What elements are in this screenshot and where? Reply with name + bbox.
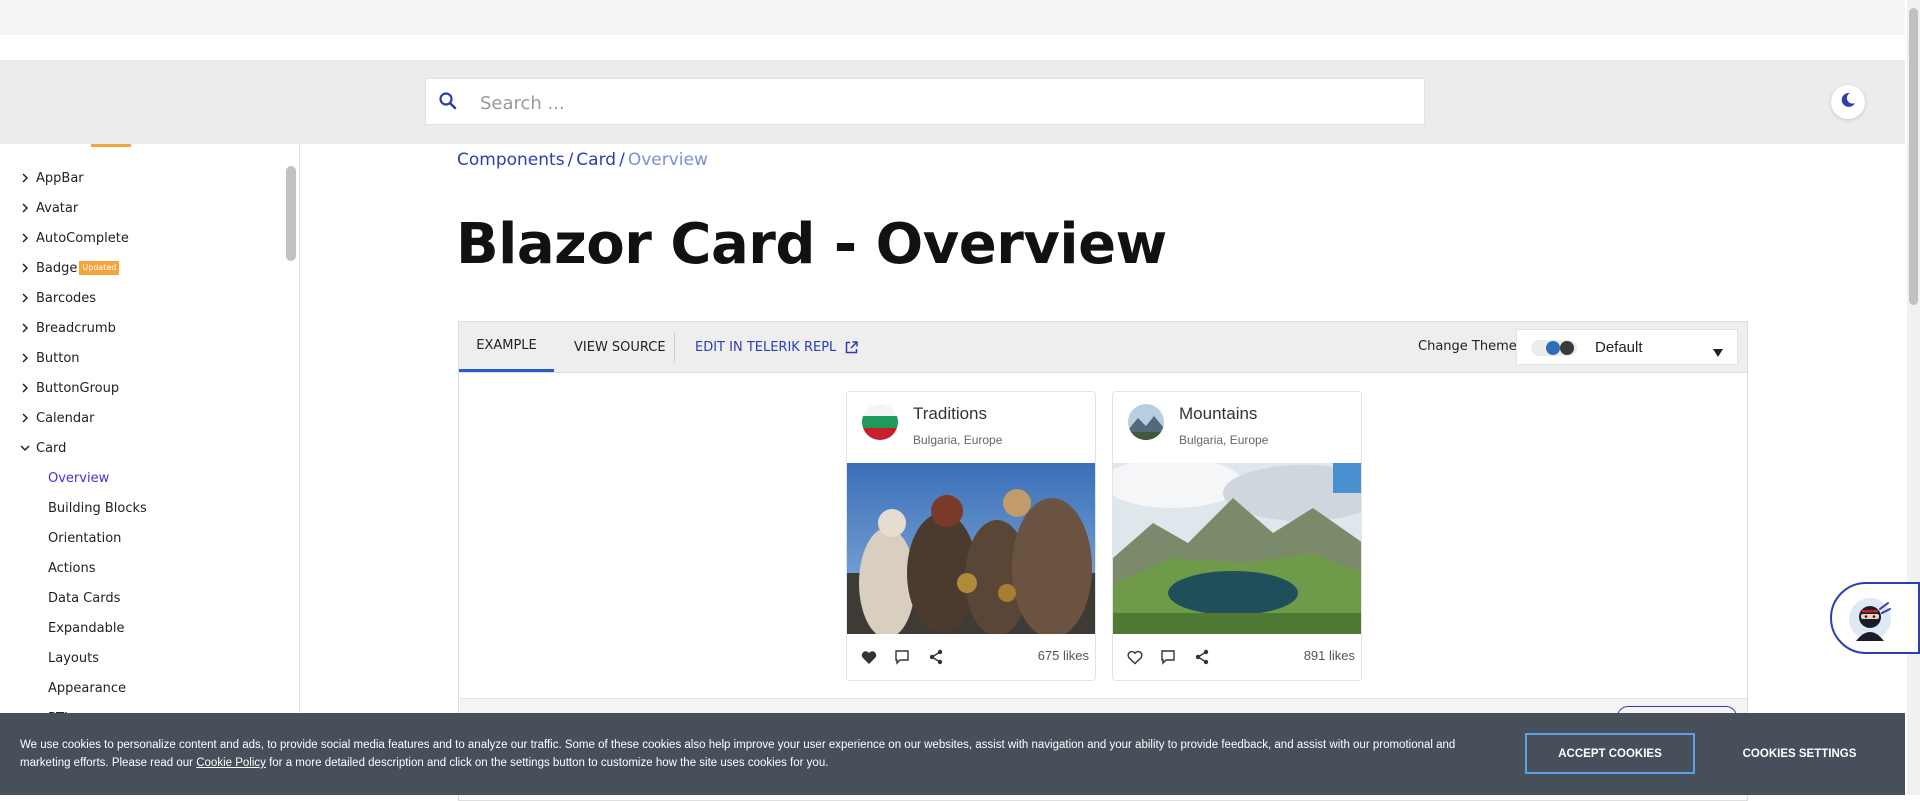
sidebar-item-buttongroup[interactable]: ButtonGroup [0, 375, 119, 401]
breadcrumb-link-card[interactable]: Card [576, 150, 616, 170]
card-subtitle: Bulgaria, Europe [1179, 433, 1269, 447]
sidebar-nav: AppBar Avatar AutoComplete Badge Updated… [0, 144, 300, 795]
card-actions: 675 likes [847, 634, 1095, 680]
sidebar-item-label: Card [36, 440, 67, 456]
edit-in-repl-link[interactable]: EDIT IN TELERIK REPL [695, 322, 859, 372]
share-icon[interactable] [1192, 647, 1212, 667]
search-input[interactable] [478, 87, 1382, 119]
cookie-text-part: for a more detailed description and clic… [265, 757, 829, 769]
chevron-right-icon [16, 199, 34, 217]
chevron-right-icon [16, 409, 34, 427]
sidebar-subitem-building-blocks[interactable]: Building Blocks [48, 495, 147, 521]
bulgaria-flag-avatar [862, 404, 898, 440]
heart-outline-icon[interactable] [1125, 647, 1145, 667]
sidebar-item-badge[interactable]: Badge Updated [0, 255, 120, 281]
sidebar-subitem-layouts[interactable]: Layouts [48, 645, 99, 671]
card-mountains: Mountains Bulgaria, Europe 891 likes [1112, 391, 1362, 681]
breadcrumb-separator: / [619, 150, 625, 170]
breadcrumb-current: Overview [627, 150, 708, 170]
breadcrumb-separator: / [567, 150, 574, 170]
sidebar-item-label: Calendar [36, 410, 95, 426]
chevron-right-icon [16, 349, 34, 367]
breadcrumb-link-components[interactable]: Components [457, 150, 565, 170]
sidebar-item-label: Button [36, 350, 80, 366]
page-title: Blazor Card - Overview [456, 212, 1167, 277]
sidebar-item-label: ButtonGroup [36, 380, 120, 396]
chevron-right-icon [16, 229, 34, 247]
sidebar-item-button[interactable]: Button [0, 345, 80, 371]
sidebar-item-card[interactable]: Card [0, 435, 66, 461]
sidebar-subitem-expandable[interactable]: Expandable [48, 615, 124, 641]
theme-dropdown-value: Default [1595, 339, 1643, 356]
change-theme-label: Change Theme [1418, 339, 1517, 354]
page-scrollbar-thumb[interactable] [1909, 8, 1918, 305]
top-strip [0, 0, 1905, 35]
chevron-down-icon [16, 439, 34, 457]
sidebar-item-autocomplete[interactable]: AutoComplete [0, 225, 129, 251]
sidebar-subitem-appearance[interactable]: Appearance [48, 675, 126, 701]
mountain-avatar [1128, 404, 1164, 440]
sidebar-item-calendar[interactable]: Calendar [0, 405, 94, 431]
sidebar-subitem-data-cards[interactable]: Data Cards [48, 585, 120, 611]
sidebar-accent-mark [91, 144, 131, 147]
external-link-icon [845, 340, 859, 354]
card-image-traditions [847, 463, 1095, 634]
chevron-right-icon [16, 319, 34, 337]
demo-toolbar: EXAMPLE VIEW SOURCE EDIT IN TELERIK REPL… [459, 322, 1747, 373]
updated-badge: Updated [79, 261, 120, 275]
tab-label: VIEW SOURCE [574, 339, 666, 355]
accept-cookies-button[interactable]: ACCEPT COOKIES [1525, 733, 1695, 774]
search-icon [438, 91, 458, 115]
dark-mode-toggle[interactable] [1831, 85, 1865, 119]
toolbar-divider [674, 332, 675, 362]
heart-filled-icon[interactable] [859, 647, 879, 667]
sidebar-subitem-orientation[interactable]: Orientation [48, 525, 121, 551]
comment-icon[interactable] [1158, 647, 1178, 667]
sidebar-item-breadcrumb[interactable]: Breadcrumb [0, 315, 116, 341]
sidebar-item-barcodes[interactable]: Barcodes [0, 285, 96, 311]
page-scrollbar[interactable] [1907, 0, 1920, 795]
sidebar-item-appbar[interactable]: AppBar [0, 165, 84, 191]
caret-down-icon [1712, 343, 1724, 362]
chevron-right-icon [16, 169, 34, 187]
tab-view-source[interactable]: VIEW SOURCE [574, 322, 666, 372]
ninja-mascot-icon [1848, 597, 1892, 645]
card-title: Mountains [1179, 404, 1258, 423]
chevron-right-icon [16, 259, 34, 277]
sidebar-item-label: Barcodes [36, 290, 97, 306]
card-actions: 891 likes [1113, 634, 1361, 680]
sidebar-scrollbar-thumb[interactable] [286, 166, 296, 261]
cookie-text: We use cookies to personalize content an… [20, 736, 1460, 772]
share-icon[interactable] [926, 647, 946, 667]
likes-count: 675 likes [1037, 648, 1089, 663]
tab-label: EXAMPLE [476, 338, 537, 353]
sidebar-item-label: AutoComplete [36, 230, 129, 246]
cookie-banner: We use cookies to personalize content an… [0, 713, 1905, 795]
likes-count: 891 likes [1303, 648, 1355, 663]
search-box[interactable] [425, 78, 1425, 125]
cookies-settings-button[interactable]: COOKIES SETTINGS [1727, 733, 1872, 774]
card-image-mountains [1113, 463, 1361, 634]
sidebar-item-label: Breadcrumb [36, 320, 116, 336]
card-title: Traditions [913, 404, 988, 423]
sidebar-item-label: Avatar [36, 200, 79, 216]
sidebar-subitem-overview[interactable]: Overview [48, 465, 109, 491]
chevron-right-icon [16, 289, 34, 307]
sidebar-subitem-actions[interactable]: Actions [48, 555, 96, 581]
tab-example[interactable]: EXAMPLE [459, 322, 554, 372]
card-subtitle: Bulgaria, Europe [913, 433, 1003, 447]
comment-icon[interactable] [892, 647, 912, 667]
theme-dropdown[interactable]: Default [1516, 329, 1738, 365]
sidebar-item-label: Badge [36, 260, 78, 276]
chevron-right-icon [16, 379, 34, 397]
chat-assistant-button[interactable] [1830, 582, 1920, 654]
tab-label: EDIT IN TELERIK REPL [695, 339, 837, 355]
moon-icon [1839, 91, 1857, 113]
sidebar-item-avatar[interactable]: Avatar [0, 195, 78, 221]
card-traditions: Traditions Bulgaria, Europe 675 likes [846, 391, 1096, 681]
breadcrumb: Components / Card / Overview [457, 150, 708, 170]
cookie-policy-link[interactable]: Cookie Policy [196, 757, 266, 769]
sidebar-item-label: AppBar [36, 170, 84, 186]
theme-swatch-icon [1531, 340, 1577, 356]
